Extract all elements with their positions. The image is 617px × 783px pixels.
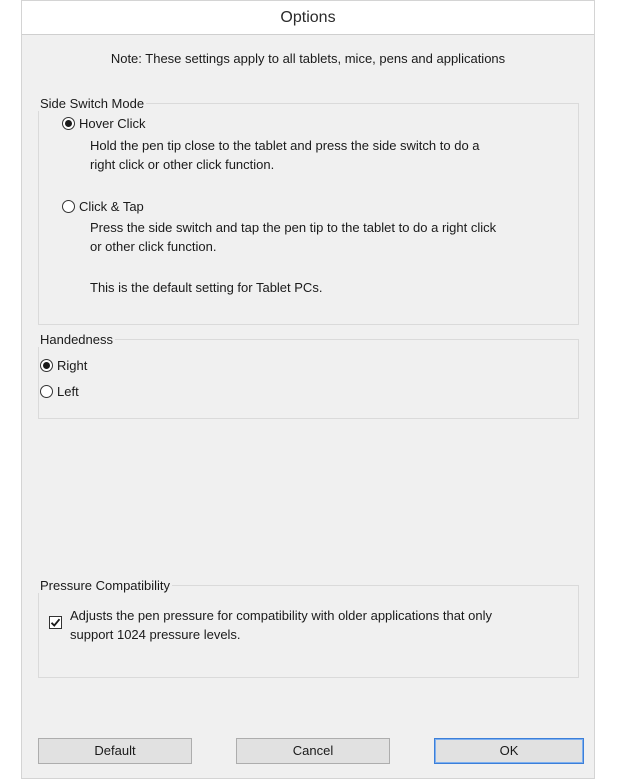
left-handed-label: Left bbox=[57, 384, 79, 399]
title-divider bbox=[22, 34, 594, 35]
settings-note: Note: These settings apply to all tablet… bbox=[110, 51, 506, 66]
hover-click-radio[interactable]: Hover Click bbox=[62, 116, 145, 131]
cancel-button[interactable]: Cancel bbox=[236, 738, 390, 764]
handedness-group: Handedness bbox=[38, 332, 579, 419]
right-handed-radio[interactable]: Right bbox=[40, 358, 87, 373]
click-and-tap-description: Press the side switch and tap the pen ti… bbox=[90, 218, 496, 256]
radio-selected-icon bbox=[62, 117, 75, 130]
default-setting-note: This is the default setting for Tablet P… bbox=[90, 280, 323, 295]
pressure-compatibility-label-line-1: Adjusts the pen pressure for compatibili… bbox=[70, 608, 492, 623]
hover-click-desc-line-2: right click or other click function. bbox=[90, 157, 275, 172]
click-and-tap-desc-line-1: Press the side switch and tap the pen ti… bbox=[90, 220, 497, 235]
click-and-tap-radio[interactable]: Click & Tap bbox=[62, 199, 144, 214]
radio-unselected-icon bbox=[62, 200, 75, 213]
hover-click-description: Hold the pen tip close to the tablet and… bbox=[90, 136, 480, 174]
handedness-legend: Handedness bbox=[40, 332, 113, 347]
dialog-title: Options bbox=[22, 1, 594, 34]
left-handed-radio[interactable]: Left bbox=[40, 384, 79, 399]
ok-button[interactable]: OK bbox=[434, 738, 584, 764]
right-handed-label: Right bbox=[57, 358, 88, 373]
click-and-tap-desc-line-2: or other click function. bbox=[90, 239, 217, 254]
pressure-compatibility-checkbox[interactable]: Adjusts the pen pressure for compatibili… bbox=[49, 606, 492, 644]
pressure-compatibility-label-line-2: support 1024 pressure levels. bbox=[70, 627, 241, 642]
side-switch-mode-legend: Side Switch Mode bbox=[40, 96, 145, 111]
hover-click-desc-line-1: Hold the pen tip close to the tablet and… bbox=[90, 138, 480, 153]
hover-click-label: Hover Click bbox=[79, 116, 146, 131]
options-dialog: Options Note: These settings apply to al… bbox=[21, 0, 595, 779]
click-and-tap-label: Click & Tap bbox=[79, 199, 144, 214]
pressure-compatibility-legend: Pressure Compatibility bbox=[40, 578, 171, 593]
checkbox-checked-icon bbox=[49, 616, 62, 629]
radio-selected-icon bbox=[40, 359, 53, 372]
radio-unselected-icon bbox=[40, 385, 53, 398]
default-button[interactable]: Default bbox=[38, 738, 192, 764]
